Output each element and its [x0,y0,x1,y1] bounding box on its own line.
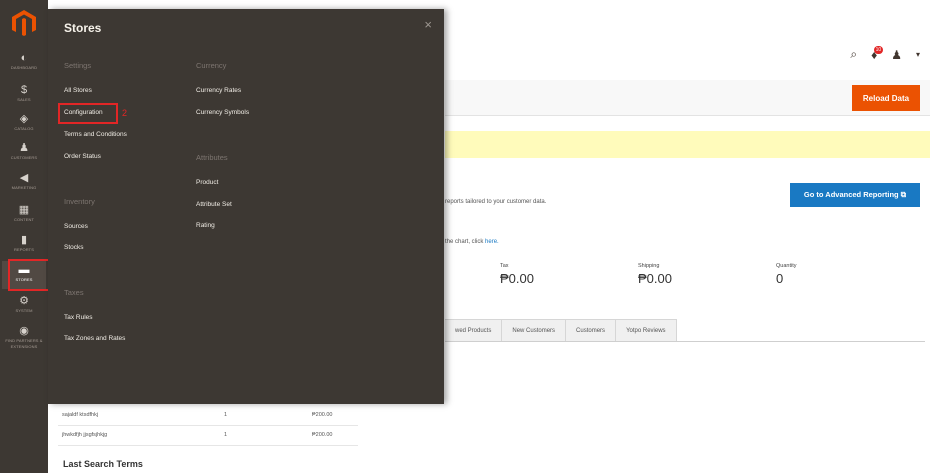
nav-label: FIND PARTNERS & EXTENSIONS [5,338,43,349]
configuration-highlight-box [58,103,118,124]
close-icon[interactable]: × [424,17,432,32]
menu-tax-zones-and-rates[interactable]: Tax Zones and Rates [64,335,125,342]
admin-sidebar: ◐ DASHBOARD $ SALES ◈ CATALOG ♟ CUSTOMER… [0,0,48,473]
stat-tax: Tax ₱0.00 [500,263,534,286]
partners-icon: ◉ [19,325,29,337]
row-price: ₱200.00 [312,432,333,438]
nav-label: SALES [17,97,31,102]
menu-all-stores[interactable]: All Stores [64,87,92,94]
nav-label: REPORTS [14,247,34,252]
megaphone-icon: ◀ [19,172,29,184]
search-icon[interactable]: ⌕ [850,47,857,62]
flyout-title: Stores [64,21,102,35]
nav-dashboard[interactable]: ◐ DASHBOARD [2,52,46,71]
menu-currency-rates[interactable]: Currency Rates [196,87,241,94]
menu-stocks[interactable]: Stocks [64,244,84,251]
nav-label: MARKETING [11,185,37,190]
nav-label: CATALOG [14,126,34,131]
tab-customers[interactable]: Customers [565,319,617,341]
nav-label: SYSTEM [15,308,33,313]
system-message [445,131,930,158]
gear-icon: ⚙ [19,295,29,307]
nav-find-partners[interactable]: ◉ FIND PARTNERS & EXTENSIONS [2,325,46,350]
stat-label: Tax [500,263,509,269]
row-qty: 1 [224,412,228,418]
stores-flyout-menu: Stores × Settings All Stores Configurati… [48,9,444,404]
dollar-icon: $ [20,84,28,96]
nav-label: DASHBOARD [10,65,38,70]
person-icon: ♟ [19,142,29,154]
nav-system[interactable]: ⚙ SYSTEM [2,295,46,314]
advanced-reporting-text: reports tailored to your customer data. [445,199,547,205]
advanced-reporting-button[interactable]: Go to Advanced Reporting ⧉ [790,183,920,207]
menu-terms-and-conditions[interactable]: Terms and Conditions [64,131,127,138]
notification-count-badge: 10 [873,45,884,54]
menu-sources[interactable]: Sources [64,223,88,230]
content-icon: ▦ [18,204,30,216]
row-divider [58,445,358,446]
stat-quantity: Quantity 0 [776,263,796,286]
dashboard-tabs: wed Products New Customers Customers Yot… [445,319,677,341]
row-name: jhwkdfjh jjsgfsjhkjg [62,432,108,438]
currency-heading: Currency [196,61,227,70]
menu-product[interactable]: Product [196,179,218,186]
row-qty: 1 [224,432,228,438]
nav-label: CUSTOMERS [10,155,38,160]
stat-value: 0 [776,271,784,286]
last-search-terms-title: Last Search Terms [63,459,143,469]
nav-catalog[interactable]: ◈ CATALOG [2,113,46,132]
dashboard-icon: ◐ [20,52,28,64]
attributes-heading: Attributes [196,153,228,162]
taxes-heading: Taxes [64,288,84,297]
tab-viewed-products[interactable]: wed Products [445,319,503,341]
row-divider [58,425,358,426]
stat-label: Shipping [638,263,660,269]
magento-logo-icon[interactable] [11,9,37,37]
nav-marketing[interactable]: ◀ MARKETING [2,172,46,191]
nav-content[interactable]: ▦ CONTENT [2,204,46,223]
tabs-divider [445,341,925,342]
nav-label: CONTENT [13,217,35,222]
menu-rating[interactable]: Rating [196,222,215,229]
user-icon[interactable]: ♟ [891,48,902,62]
stat-label: Quantity [776,263,797,269]
nav-customers[interactable]: ♟ CUSTOMERS [2,142,46,161]
nav-sales[interactable]: $ SALES [2,84,46,103]
tab-new-customers[interactable]: New Customers [501,319,567,341]
header-actions: ⌕ ♦ 10 ♟ ▾ [850,45,920,62]
cube-icon: ◈ [19,113,29,125]
notifications-bell-icon[interactable]: ♦ 10 [871,45,884,62]
bar-chart-icon: ▮ [20,234,28,246]
chart-hint-text: the chart, click [445,239,486,245]
menu-tax-rules[interactable]: Tax Rules [64,314,93,321]
tab-yotpo-reviews[interactable]: Yotpo Reviews [615,319,677,341]
menu-currency-symbols[interactable]: Currency Symbols [196,109,249,116]
chevron-down-icon[interactable]: ▾ [916,50,920,59]
nav-reports[interactable]: ▮ REPORTS [2,234,46,253]
row-price: ₱200.00 [312,412,333,418]
stat-value: ₱0.00 [500,271,534,286]
step-number-label: 2 [122,108,128,118]
stores-highlight-box [8,259,51,291]
menu-attribute-set[interactable]: Attribute Set [196,201,232,208]
settings-heading: Settings [64,61,92,70]
reload-data-button[interactable]: Reload Data [852,85,920,111]
inventory-heading: Inventory [64,197,95,206]
chart-hint: the chart, click here. [445,239,499,245]
chart-hint-link[interactable]: here. [485,239,499,245]
stat-shipping: Shipping ₱0.00 [638,263,672,286]
row-name: sajaldf ktsdfhkj [62,412,99,418]
stat-value: ₱0.00 [638,271,672,286]
menu-order-status[interactable]: Order Status [64,153,101,160]
